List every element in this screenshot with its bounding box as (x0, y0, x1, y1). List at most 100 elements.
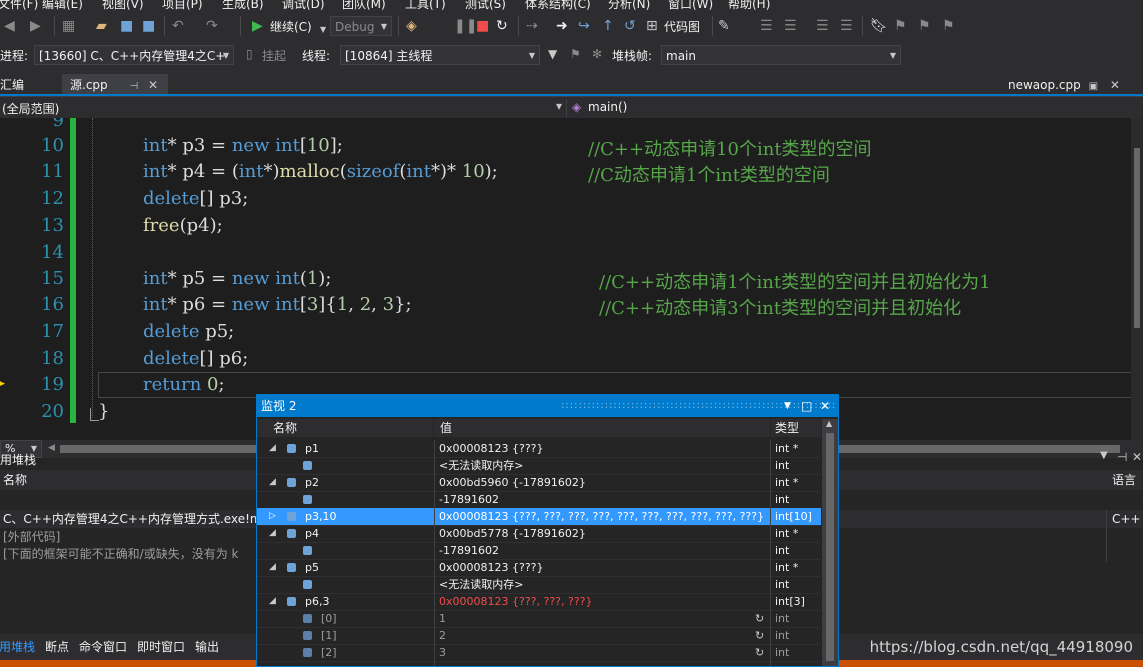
tab-disassembly[interactable]: 汇编 (0, 74, 32, 96)
watch-row[interactable]: [0] 1 ↻ int (257, 610, 821, 628)
watch-row[interactable]: <无法读取内存> int (257, 457, 821, 475)
column-name-header[interactable]: 名称 (3, 470, 27, 490)
menu-window[interactable]: 窗口(W) (668, 0, 713, 10)
column-name-header[interactable]: 名称 (257, 419, 433, 437)
stop-icon[interactable]: ■ (476, 18, 489, 34)
stack-frame-select[interactable]: main ▼ (661, 45, 901, 65)
next-bookmark-icon[interactable]: ⚑ (918, 18, 931, 34)
column-language-header[interactable]: 语言 (1112, 470, 1136, 490)
watch-value[interactable]: 0x00bd5960 {-17891602} (439, 474, 586, 491)
bookmark-icon[interactable]: 🔖︎ (870, 18, 888, 34)
menu-edit[interactable]: 编辑(E) (42, 0, 83, 10)
watch-value[interactable]: 0x00008123 {???, ???, ???} (439, 593, 593, 610)
open-file-icon[interactable]: ▰ (96, 18, 107, 34)
code-editor[interactable]: 9 10 11 12 13 14 15 16 17 18 19 20 ➤ int… (0, 118, 1143, 440)
scope-select[interactable]: (全局范围) (2, 100, 59, 117)
continue-button[interactable]: 继续(C) (270, 18, 312, 35)
menu-view[interactable]: 视图(V) (102, 0, 144, 10)
column-value-header[interactable]: 值 (434, 419, 770, 437)
watch-title-bar[interactable]: 监视 2 :::::::::::::::::::::::::::::::::::… (257, 395, 838, 417)
tab-immediate-window[interactable]: 即时窗口 (137, 638, 185, 655)
close-icon[interactable]: ✕ (148, 78, 158, 92)
code-map-button[interactable]: 代码图 (664, 18, 700, 35)
thread-select[interactable]: [10864] 主线程 ▼ (340, 45, 540, 65)
expand-toggle-icon[interactable]: ◢ (269, 474, 276, 491)
watch-value[interactable]: 0x00008123 {???} (439, 440, 544, 457)
watch-scrollbar[interactable]: ▲ (822, 419, 838, 666)
filter-icon[interactable]: ▼ (548, 47, 557, 61)
expand-toggle-icon[interactable]: ◢ (269, 593, 276, 610)
menu-analyze[interactable]: 分析(N) (608, 0, 650, 10)
breakpoint-list-icon[interactable]: ☰ (760, 18, 773, 34)
maximize-icon[interactable]: □ (801, 395, 812, 417)
show-next-statement-icon[interactable]: ⇢ (526, 18, 538, 34)
new-project-icon[interactable]: ▦ (62, 18, 75, 34)
restart-icon[interactable]: ↻ (496, 18, 508, 34)
tab-call-stack[interactable]: 用堆栈 (0, 638, 35, 655)
suspend-icon[interactable]: ▯ (246, 47, 253, 61)
back-icon[interactable]: ◀ (4, 18, 15, 34)
pause-icon[interactable]: ❚❚ (454, 18, 477, 34)
pin-icon[interactable]: ⊣ (1117, 450, 1127, 464)
step-out-icon[interactable]: ↑ (602, 18, 614, 34)
watch-value[interactable]: 0x00bd5778 {-17891602} (439, 525, 586, 542)
watch-row[interactable]: ◢ p5 0x00008123 {???} int * (257, 559, 821, 577)
watch-row[interactable]: ◢ p4 0x00bd5778 {-17891602} int * (257, 525, 821, 543)
code-map-icon[interactable]: ⊞ (646, 18, 658, 34)
comment-icon[interactable]: ☰ (784, 18, 797, 34)
menu-team[interactable]: 团队(M) (342, 0, 386, 10)
process-icon[interactable]: ◈ (406, 18, 417, 34)
function-select[interactable]: main() (588, 100, 627, 114)
watch-row[interactable]: -17891602 int (257, 542, 821, 560)
watch-row[interactable]: ◢ p1 0x00008123 {???} int * (257, 440, 821, 458)
column-type-header[interactable]: 类型 (771, 419, 821, 437)
step-into-icon[interactable]: ➜ (556, 18, 568, 34)
hot-reload-icon[interactable]: ↺ (624, 18, 636, 34)
watch-value[interactable]: -17891602 (439, 542, 499, 559)
expand-toggle-icon[interactable]: ◢ (269, 525, 276, 542)
config-select[interactable]: Debug ▼ (330, 16, 392, 36)
expand-toggle-icon[interactable]: ◢ (269, 440, 276, 457)
redo-icon[interactable]: ↷ (206, 18, 218, 34)
suspend-button[interactable]: 挂起 (262, 47, 286, 64)
watch-value[interactable]: 2 (439, 627, 446, 644)
tab-source-cpp[interactable]: 源.cpp ⊣ ✕ (62, 74, 168, 96)
clear-bookmarks-icon[interactable]: ⚑ (942, 18, 955, 34)
outdent-icon[interactable]: ☰ (816, 18, 829, 34)
chevron-down-icon[interactable]: ▼ (784, 395, 791, 417)
watch-row[interactable]: <无法读取内存> int (257, 576, 821, 594)
process-select[interactable]: [13660] C、C++内存管理4之C+· ▼ (34, 45, 234, 65)
watch-value[interactable]: 0x00008123 {???} (439, 559, 544, 576)
menu-architecture[interactable]: 体系结构(C) (525, 0, 591, 10)
scroll-left-icon[interactable]: ◀ (48, 443, 55, 453)
watch-row[interactable]: ▷ p3,10 0x00008123 {???, ???, ???, ???, ??… (257, 508, 821, 526)
menu-tools[interactable]: 工具(T) (405, 0, 446, 10)
chevron-down-icon[interactable]: ▾ (556, 99, 562, 113)
undo-icon[interactable]: ↶ (172, 18, 184, 34)
refresh-icon[interactable]: ↻ (755, 644, 764, 661)
watch-value[interactable]: <无法读取内存> (439, 576, 523, 593)
menu-debug[interactable]: 调试(D) (282, 0, 325, 10)
prev-bookmark-icon[interactable]: ⚑ (894, 18, 907, 34)
step-over-icon[interactable]: ↪ (578, 18, 590, 34)
chevron-down-icon[interactable]: ▼ (1100, 450, 1108, 461)
tab-newaop-cpp[interactable]: newaop.cpp ▣ ✕ (1000, 74, 1128, 96)
expand-toggle-icon[interactable]: ▷ (269, 508, 276, 525)
tab-output[interactable]: 输出 (195, 638, 219, 655)
watch-row[interactable]: ◢ p6,3 0x00008123 {???, ???, ???} int[3] (257, 593, 821, 611)
close-icon[interactable]: ✕ (820, 395, 830, 417)
menu-project[interactable]: 项目(P) (162, 0, 203, 10)
menu-help[interactable]: 帮助(H) (728, 0, 770, 10)
menu-build[interactable]: 生成(B) (222, 0, 264, 10)
refresh-icon[interactable]: ↻ (755, 627, 764, 644)
watch-row[interactable]: -17891602 int (257, 491, 821, 509)
watch-value[interactable]: 3 (439, 644, 446, 661)
refresh-icon[interactable]: ↻ (755, 610, 764, 627)
vertical-scrollbar[interactable] (1131, 118, 1143, 440)
watch-row[interactable]: [1] 2 ↻ int (257, 627, 821, 645)
watch-value[interactable]: 0x00008123 {???, ???, ???, ???, ???, ???… (439, 508, 764, 525)
forward-icon[interactable]: ▶ (30, 18, 41, 34)
expand-toggle-icon[interactable]: ◢ (269, 559, 276, 576)
pin-icon[interactable]: ⊣ (129, 81, 138, 92)
menu-test[interactable]: 测试(S) (465, 0, 506, 10)
